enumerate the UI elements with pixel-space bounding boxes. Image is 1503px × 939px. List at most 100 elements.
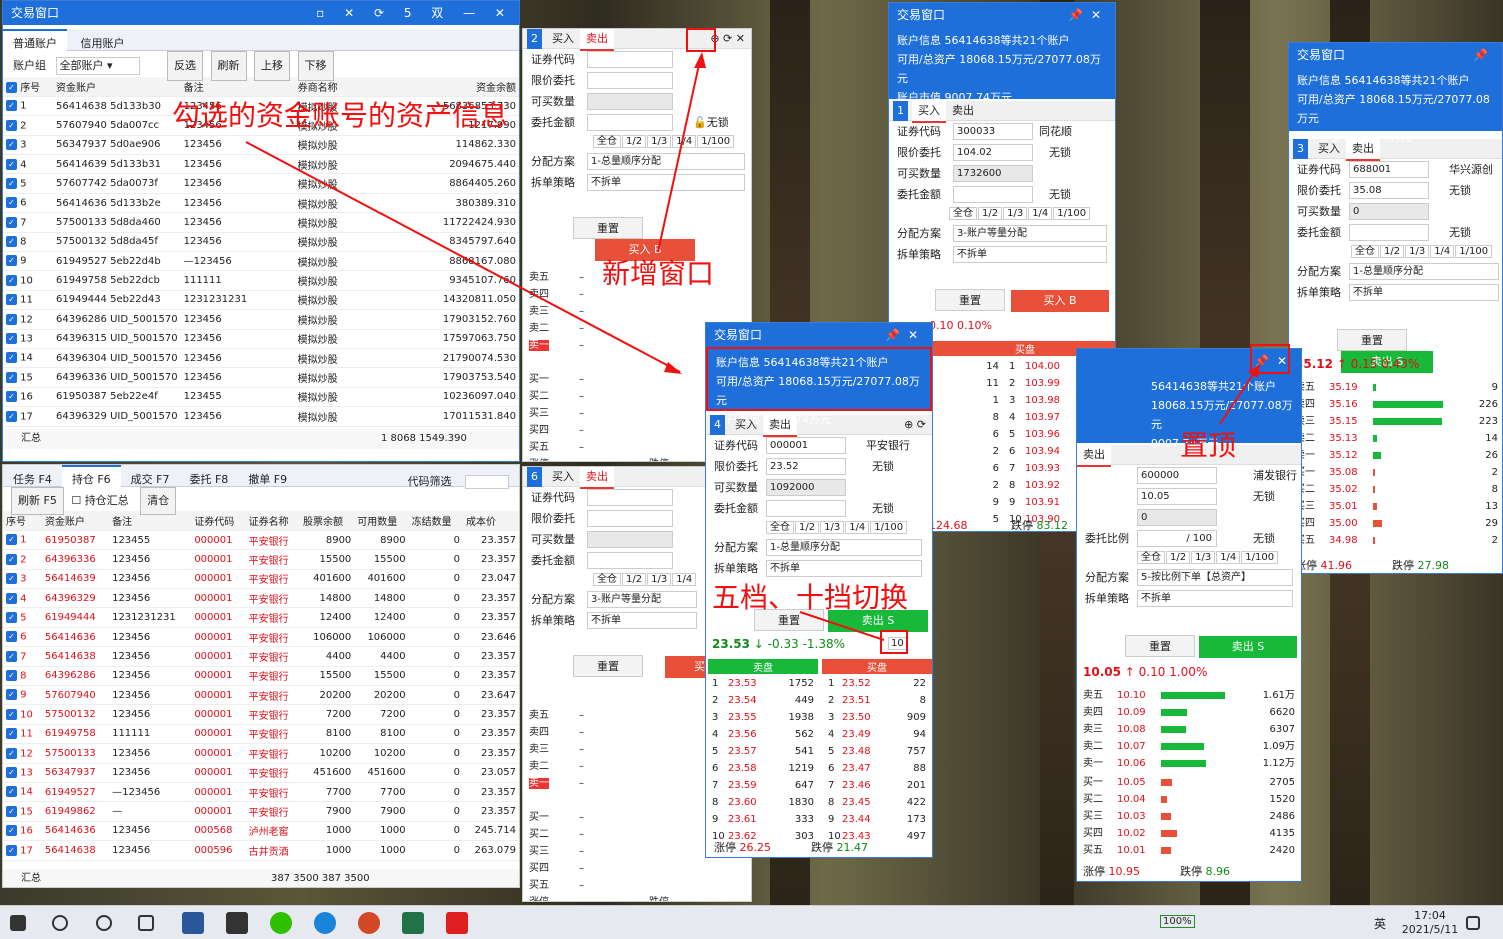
refresh-positions-button[interactable]: 刷新 F5 — [11, 487, 64, 515]
table-row[interactable]: ✓ 3 56347937 5d0ae906 123456 模拟炒股 114862.330 — [3, 135, 519, 156]
row-checkbox[interactable]: ✓ — [6, 553, 17, 565]
row-checkbox[interactable]: ✓ — [6, 236, 17, 248]
row-checkbox[interactable]: ✓ — [6, 728, 17, 740]
row-checkbox[interactable]: ✓ — [6, 410, 17, 422]
row-checkbox[interactable]: ✓ — [6, 294, 17, 306]
table-row[interactable]: ✓ 7 56414638 123456 000001 平安银行 4400 4400 0 23.3… — [3, 646, 519, 667]
table-row[interactable]: ✓ 1 61950387 123455 000001 平安银行 8900 8900 0 23.3… — [3, 530, 519, 551]
row-checkbox[interactable]: ✓ — [6, 689, 17, 701]
pin-icon[interactable]: 📌 — [1473, 43, 1496, 67]
group-select[interactable]: 全部账户 ▾ — [55, 57, 140, 75]
price-input[interactable] — [587, 72, 673, 89]
table-row[interactable]: ✓ 15 61949862—000001 平安银行 7900 7900 0 23.357 — [3, 801, 519, 822]
row-checkbox[interactable]: ✓ — [6, 670, 17, 682]
amount-input[interactable] — [953, 186, 1033, 203]
col-header[interactable]: 证券代码 — [191, 511, 246, 531]
buy-tab[interactable]: 买入 — [546, 29, 580, 49]
row-checkbox[interactable]: ✓ — [6, 708, 17, 720]
ratio-input[interactable]: / 100 — [1137, 530, 1217, 547]
row-checkbox[interactable]: ✓ — [6, 805, 17, 817]
move-down-button[interactable]: 下移 — [297, 51, 334, 81]
lock-icon[interactable]: 🔓无锁 — [693, 112, 729, 133]
word-icon[interactable] — [182, 912, 204, 934]
cortana-icon[interactable] — [96, 915, 112, 931]
reset-button[interactable]: 重置 — [573, 655, 643, 677]
notes-icon[interactable] — [226, 912, 248, 934]
start-icon[interactable] — [10, 915, 26, 931]
row-checkbox[interactable]: ✓ — [6, 371, 17, 383]
trading-app-icon[interactable] — [446, 912, 468, 934]
row-checkbox[interactable]: ✓ — [6, 119, 17, 131]
table-row[interactable]: ✓ 10 61949758 5eb22dcb 111111 模拟炒股 9345107.7… — [3, 270, 519, 291]
reset-button[interactable]: 重置 — [935, 289, 1005, 311]
ratio-buttons[interactable]: 全仓 1/2 1/3 1/4 1/100 — [1077, 549, 1301, 567]
row-checkbox[interactable]: ✓ — [6, 650, 17, 662]
split-select[interactable]: 不拆单 — [953, 246, 1107, 263]
code-filter-input[interactable] — [465, 475, 509, 489]
row-checkbox[interactable]: ✓ — [6, 391, 17, 403]
clock[interactable]: 17:04 2021/5/11 — [1400, 909, 1460, 937]
sell-tab[interactable]: 卖出 — [946, 101, 980, 121]
sell-tab[interactable]: 卖出 — [580, 467, 614, 489]
buy-tab[interactable]: 买入 — [729, 415, 763, 435]
sell-tab[interactable]: 卖出 — [1077, 445, 1111, 467]
table-row[interactable]: ✓ 14 64396304 UID_5001570 123456 模拟炒股 217900… — [3, 348, 519, 369]
code-input[interactable]: 000001 — [766, 437, 846, 454]
main-title-bar[interactable]: 交易窗口 ▫ ✕ ⟳ 5 双 — ✕ — [3, 1, 519, 25]
search-icon[interactable] — [52, 915, 68, 931]
table-row[interactable]: ✓ 11 61949444 5eb22d43 1231231231 模拟炒股 14320… — [3, 290, 519, 311]
table-row[interactable]: ✓ 2 64396336 123456 000001 平安银行 15500 15500 0 23… — [3, 549, 519, 570]
table-row[interactable]: ✓ 15 64396336 UID_5001570 123456 模拟炒股 179037… — [3, 367, 519, 388]
dist-select[interactable]: 5-按比例下单【总资产】 — [1137, 569, 1293, 586]
table-row[interactable]: ✓ 9 57607940 123456 000001 平安银行 20200 20200 0 23… — [3, 685, 519, 706]
split-select[interactable]: 不拆单 — [587, 612, 697, 629]
split-select[interactable]: 不拆单 — [1349, 284, 1499, 301]
row-checkbox[interactable]: ✓ — [6, 197, 17, 209]
split-select[interactable]: 不拆单 — [587, 174, 745, 191]
split-select[interactable]: 不拆单 — [1137, 590, 1293, 607]
row-checkbox[interactable]: ✓ — [6, 255, 17, 267]
col-header[interactable]: 可用数量 — [354, 511, 409, 531]
code-input[interactable]: 688001 — [1349, 161, 1429, 178]
table-row[interactable]: ✓ 16 56414636 123456 000568 泸州老窖 1000 1000 0 245… — [3, 821, 519, 842]
move-up-button[interactable]: 上移 — [254, 51, 290, 81]
table-row[interactable]: ✓ 4 56414639 5d133b31 123456 模拟炒股 2094675.44… — [3, 154, 519, 175]
notification-icon[interactable] — [1466, 916, 1480, 930]
row-checkbox[interactable]: ✓ — [6, 177, 17, 189]
col-header[interactable]: 冻结数量 — [408, 511, 463, 531]
code-input[interactable] — [587, 51, 673, 68]
excel-icon[interactable] — [402, 912, 424, 934]
amount-input[interactable] — [1349, 224, 1429, 241]
buy-tab[interactable]: 买入 — [912, 101, 946, 123]
ime-indicator[interactable]: 英 — [1374, 915, 1386, 932]
clear-positions-button[interactable]: 清仓 — [140, 487, 177, 515]
row-checkbox[interactable]: ✓ — [6, 573, 17, 585]
row-checkbox[interactable]: ✓ — [6, 274, 17, 286]
col-header[interactable]: 资金账户 — [41, 511, 110, 531]
row-checkbox[interactable]: ✓ — [6, 767, 17, 779]
code-input[interactable]: 300033 — [953, 123, 1033, 140]
table-row[interactable]: ✓ 17 64396329 UID_5001570 123456 模拟炒股 170115… — [3, 406, 519, 427]
table-row[interactable]: ✓ 17 56414638 123456 000596 古井贡酒 1000 1000 0 263… — [3, 840, 519, 861]
dist-select[interactable]: 1-总量顺序分配 — [766, 539, 922, 556]
reset-button[interactable]: 重置 — [1125, 635, 1195, 657]
row-checkbox[interactable]: ✓ — [6, 352, 17, 364]
table-row[interactable]: ✓ 3 56414639 123456 000001 平安银行 401600 401600 0… — [3, 569, 519, 590]
table-row[interactable]: ✓ 6 56414636 123456 000001 平安银行 106000 106000 0… — [3, 627, 519, 648]
code-input[interactable]: 600000 — [1137, 467, 1217, 484]
row-checkbox[interactable]: ✓ — [6, 534, 17, 546]
sell-tab[interactable]: 卖出 — [1346, 139, 1380, 161]
price-input[interactable]: 35.08 — [1349, 182, 1429, 199]
buy-tab[interactable]: 买入 — [1312, 139, 1346, 159]
tab-cancel[interactable]: 撤单 F9 — [238, 467, 297, 491]
table-row[interactable]: ✓ 12 57500133 123456 000001 平安银行 10200 10200 0 2… — [3, 743, 519, 764]
row-checkbox[interactable]: ✓ — [6, 216, 17, 228]
table-row[interactable]: ✓ 5 61949444 1231231231 000001 平安银行 12400 1240… — [3, 607, 519, 628]
add-window-icon[interactable]: ⊕ ⟳ — [898, 415, 932, 435]
col-header[interactable]: ✓ 序号 — [3, 77, 53, 97]
table-row[interactable]: ✓ 5 57607742 5da0073f 123456 模拟炒股 8864405.26… — [3, 173, 519, 194]
table-row[interactable]: ✓ 8 57500132 5d8da45f 123456 模拟炒股 8345797.64… — [3, 232, 519, 253]
col-header[interactable]: 成本价 — [462, 511, 519, 531]
ratio-buttons[interactable]: 全仓 1/2 1/3 1/4 1/100 — [706, 519, 932, 537]
dist-select[interactable]: 3-账户等量分配 — [587, 591, 697, 608]
